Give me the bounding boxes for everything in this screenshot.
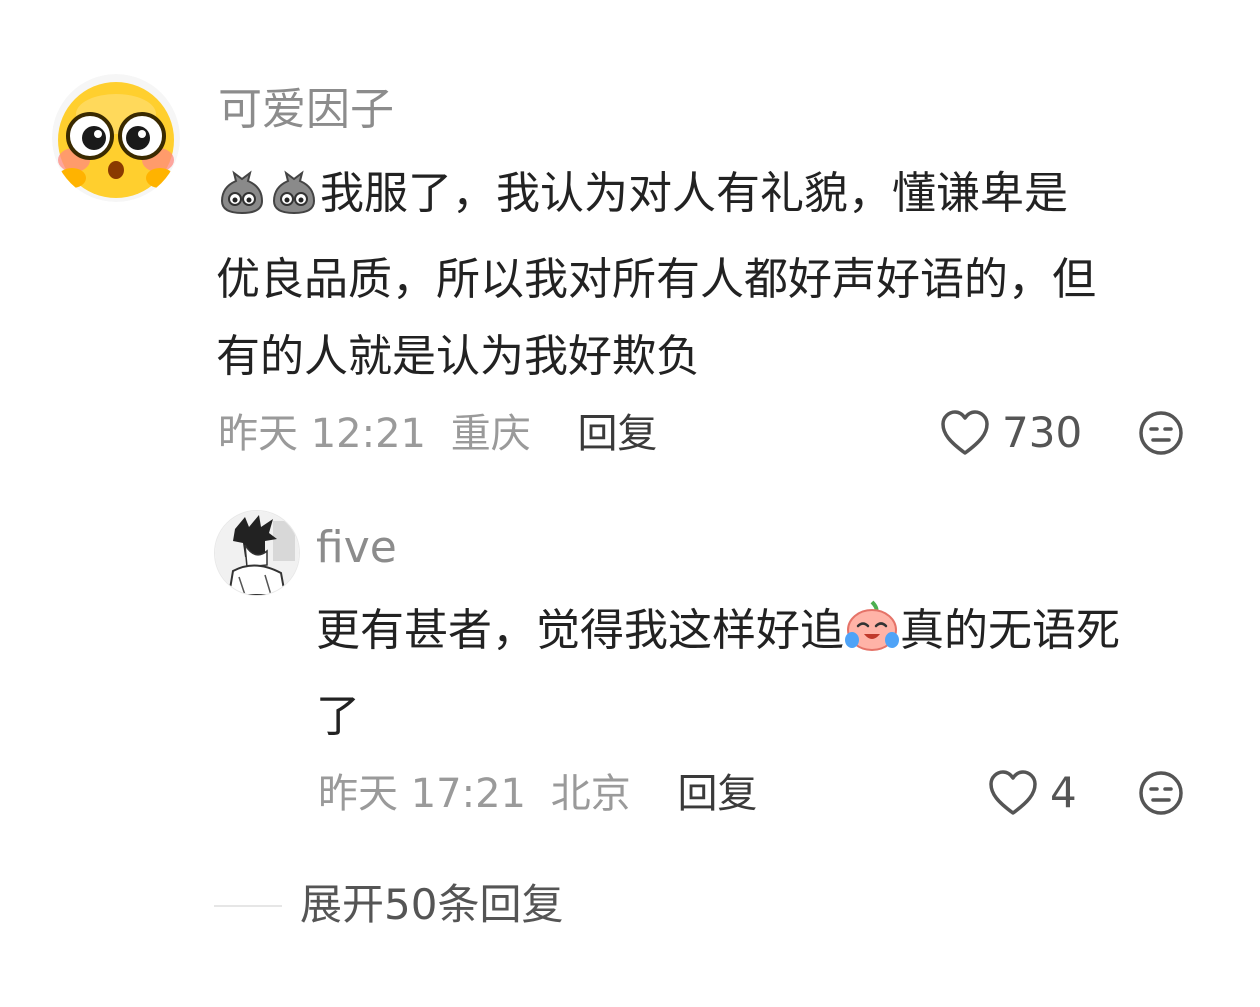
reply-like-count: 4 [1050,768,1077,817]
comment-text-line: 我服了，我认为对人有礼貌，懂谦卑是 [320,168,1068,219]
reply-meta: 昨天 17:21 北京 回复 [318,774,757,814]
reply-text: 更有甚者，觉得我这样好追 真的无语死 了 [316,592,1226,755]
heart-outline-icon [989,770,1037,815]
manga-character-avatar-icon [215,511,299,595]
reply-text-line: 了 [316,691,360,742]
reply-avatar[interactable] [214,510,300,596]
reply-reply-button[interactable]: 回复 [677,771,757,817]
expand-divider [214,905,282,907]
crying-laughing-peach-emoji-icon [844,598,900,678]
comment-text: 我服了，我认为对人有礼貌，懂谦卑是 优良品质，所以我对所有人都好声好语的，但 有… [216,155,1226,395]
comment-avatar[interactable] [52,74,180,202]
meh-face-icon[interactable] [1138,770,1184,820]
comment-meta: 昨天 12:21 重庆 回复 [218,414,657,454]
comment-time: 昨天 12:21 [218,411,426,457]
reply-text-part: 真的无语死 [900,605,1120,656]
comment-username[interactable]: 可爱因子 [218,88,394,132]
heart-outline-icon [941,410,989,455]
comment-like-count: 730 [1002,408,1083,457]
comment-text-line: 有的人就是认为我好欺负 [216,331,700,382]
meh-face-icon[interactable] [1138,410,1184,460]
comment-text-line: 优良品质，所以我对所有人都好声好语的，但 [216,254,1096,305]
reply-like-button[interactable]: 4 [988,770,1077,816]
reply-username[interactable]: five [316,526,397,570]
yellow-emoji-face-icon [52,74,180,202]
reply-location: 北京 [550,771,631,817]
comment-location: 重庆 [450,411,531,457]
reply-text-part: 更有甚者，觉得我这样好追 [316,605,844,656]
reply-time: 昨天 17:21 [318,771,526,817]
comment-like-button[interactable]: 730 [940,410,1082,456]
grey-sack-emoji-icon [268,164,320,241]
expand-replies-button[interactable]: 展开50条回复 [300,884,563,926]
comment-reply-button[interactable]: 回复 [577,411,657,457]
grey-sack-emoji-icon [216,164,268,241]
